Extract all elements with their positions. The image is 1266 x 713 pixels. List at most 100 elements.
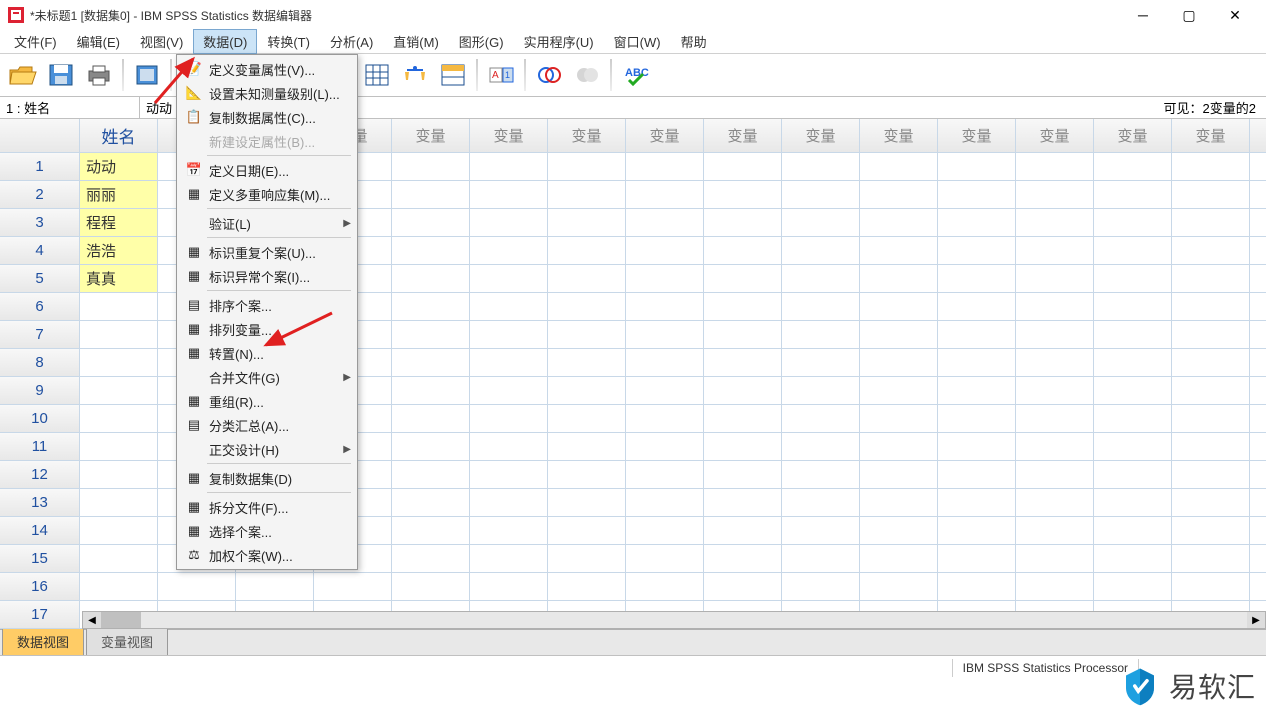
cell[interactable] — [1094, 377, 1172, 405]
cell[interactable] — [626, 489, 704, 517]
cell[interactable] — [938, 461, 1016, 489]
cell[interactable] — [470, 489, 548, 517]
cell[interactable] — [782, 321, 860, 349]
row-header[interactable]: 7 — [0, 321, 80, 349]
cell[interactable] — [1016, 181, 1094, 209]
cell[interactable] — [548, 573, 626, 601]
cell[interactable] — [80, 321, 158, 349]
cell[interactable] — [1016, 237, 1094, 265]
cell[interactable] — [704, 321, 782, 349]
cell[interactable] — [704, 265, 782, 293]
column-header[interactable]: 变量 — [470, 119, 548, 153]
menu-item[interactable]: ▦重组(R)... — [179, 389, 355, 413]
row-header[interactable]: 8 — [0, 349, 80, 377]
cell[interactable] — [1172, 153, 1250, 181]
cell[interactable] — [548, 153, 626, 181]
cell[interactable] — [548, 433, 626, 461]
cell[interactable] — [860, 265, 938, 293]
cell[interactable] — [782, 265, 860, 293]
cell[interactable] — [860, 461, 938, 489]
cell[interactable] — [392, 181, 470, 209]
cell[interactable] — [1250, 293, 1266, 321]
cell[interactable] — [938, 349, 1016, 377]
cell[interactable] — [860, 377, 938, 405]
cell[interactable] — [1094, 461, 1172, 489]
scroll-right-icon[interactable]: ▶ — [1247, 612, 1265, 628]
cell[interactable] — [470, 321, 548, 349]
cell[interactable] — [470, 209, 548, 237]
menu-8[interactable]: 实用程序(U) — [514, 29, 604, 54]
cell[interactable] — [470, 573, 548, 601]
label-icon[interactable]: A1 — [484, 58, 518, 92]
menu-1[interactable]: 编辑(E) — [67, 29, 130, 54]
cell[interactable] — [1094, 153, 1172, 181]
cell[interactable] — [80, 349, 158, 377]
cell[interactable] — [860, 349, 938, 377]
cell[interactable] — [1016, 489, 1094, 517]
cell[interactable] — [1094, 349, 1172, 377]
print-icon[interactable] — [82, 58, 116, 92]
column-header[interactable]: 变量 — [1250, 119, 1266, 153]
cell[interactable] — [548, 349, 626, 377]
cell[interactable] — [938, 517, 1016, 545]
column-header[interactable]: 变量 — [1094, 119, 1172, 153]
cell[interactable] — [782, 489, 860, 517]
cell[interactable] — [782, 433, 860, 461]
cell[interactable] — [1250, 265, 1266, 293]
cell[interactable] — [1250, 349, 1266, 377]
spellcheck-icon[interactable]: ABC — [618, 58, 652, 92]
cell[interactable] — [782, 181, 860, 209]
cell[interactable] — [392, 265, 470, 293]
cell[interactable] — [392, 405, 470, 433]
row-header[interactable]: 10 — [0, 405, 80, 433]
cell[interactable] — [392, 209, 470, 237]
cell[interactable] — [704, 573, 782, 601]
cell[interactable] — [1250, 237, 1266, 265]
cell[interactable] — [1250, 461, 1266, 489]
column-header[interactable]: 变量 — [938, 119, 1016, 153]
cell[interactable] — [1094, 321, 1172, 349]
cell[interactable] — [470, 237, 548, 265]
cell[interactable] — [782, 461, 860, 489]
cell[interactable] — [470, 293, 548, 321]
grid-icon[interactable] — [360, 58, 394, 92]
row-header[interactable]: 5 — [0, 265, 80, 293]
cell[interactable] — [392, 545, 470, 573]
cell[interactable] — [626, 349, 704, 377]
cell[interactable] — [1172, 265, 1250, 293]
cell[interactable] — [1172, 545, 1250, 573]
cell[interactable] — [938, 209, 1016, 237]
cell[interactable] — [1172, 377, 1250, 405]
cell[interactable] — [470, 405, 548, 433]
cell[interactable] — [1016, 433, 1094, 461]
menu-item[interactable]: 正交设计(H)▶ — [179, 437, 355, 461]
close-button[interactable]: ✕ — [1212, 1, 1258, 29]
cell[interactable] — [1250, 517, 1266, 545]
save-icon[interactable] — [44, 58, 78, 92]
cell[interactable] — [626, 377, 704, 405]
cell[interactable] — [470, 153, 548, 181]
cell[interactable] — [782, 209, 860, 237]
cell[interactable] — [1094, 237, 1172, 265]
column-header[interactable]: 变量 — [860, 119, 938, 153]
cell[interactable] — [470, 181, 548, 209]
cell[interactable] — [704, 461, 782, 489]
cell[interactable] — [1250, 181, 1266, 209]
column-header[interactable]: 变量 — [782, 119, 860, 153]
cell[interactable] — [1016, 293, 1094, 321]
menu-item[interactable]: ▤分类汇总(A)... — [179, 413, 355, 437]
cell[interactable] — [782, 237, 860, 265]
cell[interactable] — [470, 349, 548, 377]
cell[interactable] — [938, 433, 1016, 461]
cell[interactable] — [548, 209, 626, 237]
cell[interactable] — [1172, 517, 1250, 545]
cell[interactable] — [1172, 433, 1250, 461]
cell[interactable] — [860, 517, 938, 545]
cell[interactable] — [860, 153, 938, 181]
cell[interactable] — [704, 209, 782, 237]
maximize-button[interactable]: ▢ — [1166, 1, 1212, 29]
cell[interactable] — [1094, 181, 1172, 209]
row-header[interactable]: 13 — [0, 489, 80, 517]
cell[interactable] — [1172, 209, 1250, 237]
cell[interactable] — [938, 377, 1016, 405]
